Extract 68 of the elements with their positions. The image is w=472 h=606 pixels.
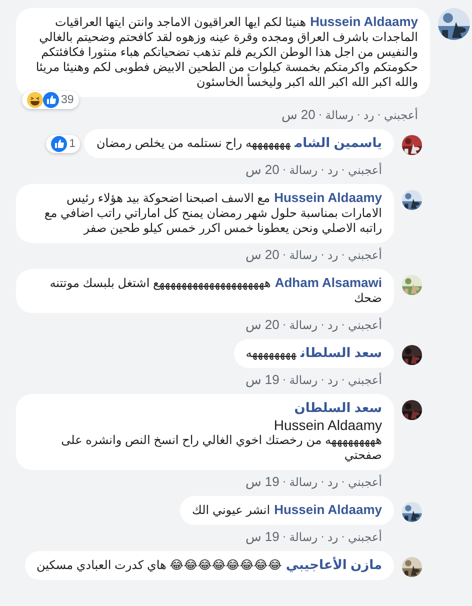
separator: ·: [320, 374, 324, 386]
message-link[interactable]: رسالة: [325, 108, 354, 122]
like-link[interactable]: أعجبني: [348, 163, 382, 177]
like-link[interactable]: أعجبني: [348, 475, 382, 489]
message-link[interactable]: رسالة: [289, 163, 318, 177]
separator: ·: [320, 319, 324, 331]
laughing-emoji-icon: [27, 92, 43, 108]
reaction-count[interactable]: 1: [46, 134, 80, 152]
like-link[interactable]: أعجبني: [384, 108, 418, 122]
timestamp[interactable]: 19 س: [245, 372, 280, 388]
separator: ·: [341, 164, 345, 176]
reply-link[interactable]: رد: [327, 530, 338, 544]
like-link[interactable]: أعجبني: [348, 248, 382, 262]
timestamp[interactable]: 19 س: [245, 474, 280, 490]
reply-link[interactable]: رد: [327, 248, 338, 262]
separator: ·: [282, 531, 286, 543]
separator: ·: [318, 109, 322, 121]
separator: ·: [377, 109, 381, 121]
comment-text: سعد السلطان ههههههههه: [246, 345, 382, 361]
commenter-name[interactable]: Adham Alsamawi: [274, 275, 382, 290]
separator: ·: [320, 531, 324, 543]
commenter-name[interactable]: Hussein Aldaamy: [274, 502, 382, 517]
separator: ·: [341, 531, 345, 543]
commenter-name[interactable]: Hussein Aldaamy: [310, 14, 418, 29]
like-link[interactable]: أعجبني: [348, 318, 382, 332]
reply-link[interactable]: رد: [363, 108, 374, 122]
thumbs-up-icon: [51, 136, 68, 152]
mentioned-name[interactable]: Hussein Aldaamy: [28, 418, 382, 433]
message-link[interactable]: رسالة: [289, 248, 318, 262]
commenter-name[interactable]: مازن الأعاجيبي: [286, 557, 382, 572]
separator: ·: [320, 476, 324, 488]
separator: ·: [341, 319, 345, 331]
commenter-name[interactable]: سعد السلطان: [300, 345, 382, 360]
separator: ·: [341, 374, 345, 386]
separator: ·: [320, 164, 324, 176]
separator: ·: [282, 319, 286, 331]
reply-link[interactable]: رد: [327, 373, 338, 387]
separator: ·: [282, 164, 286, 176]
separator: ·: [356, 109, 360, 121]
timestamp[interactable]: 20 س: [281, 107, 316, 123]
reaction-number: 1: [69, 138, 76, 150]
comment-text: مازن الأعاجيبي 😂😂😂😂😂😂😂😂 هاي كدرت العبادي مسكين: [36, 557, 382, 573]
reaction-number: 39: [61, 94, 74, 106]
separator: ·: [341, 249, 345, 261]
message-link[interactable]: رسالة: [289, 318, 318, 332]
like-link[interactable]: أعجبني: [348, 373, 382, 387]
reply-link[interactable]: رد: [327, 318, 338, 332]
separator: ·: [320, 249, 324, 261]
message-link[interactable]: رسالة: [289, 530, 318, 544]
comment-text: ياسمين الشام هههههههه راح نستلمه من يخلص رمضان: [96, 135, 382, 151]
comment-text: هههههههههه من رخصتك اخوي الغالي راح انسخ النص وانشره على صفحتي: [60, 433, 382, 463]
separator: ·: [341, 476, 345, 488]
reaction-count[interactable]: 39: [22, 91, 79, 109]
timestamp[interactable]: 19 س: [245, 529, 280, 545]
like-link[interactable]: أعجبني: [348, 530, 382, 544]
timestamp[interactable]: 20 س: [245, 247, 280, 263]
message-link[interactable]: رسالة: [289, 475, 318, 489]
message-link[interactable]: رسالة: [289, 373, 318, 387]
reply-link[interactable]: رد: [327, 475, 338, 489]
reply-link[interactable]: رد: [327, 163, 338, 177]
separator: ·: [282, 374, 286, 386]
separator: ·: [282, 249, 286, 261]
commenter-name[interactable]: ياسمين الشام: [294, 135, 382, 150]
timestamp[interactable]: 20 س: [245, 317, 280, 333]
commenter-name[interactable]: Hussein Aldaamy: [274, 190, 382, 205]
commenter-name[interactable]: سعد السلطان: [294, 400, 382, 415]
timestamp[interactable]: 20 س: [245, 162, 280, 178]
separator: ·: [282, 476, 286, 488]
